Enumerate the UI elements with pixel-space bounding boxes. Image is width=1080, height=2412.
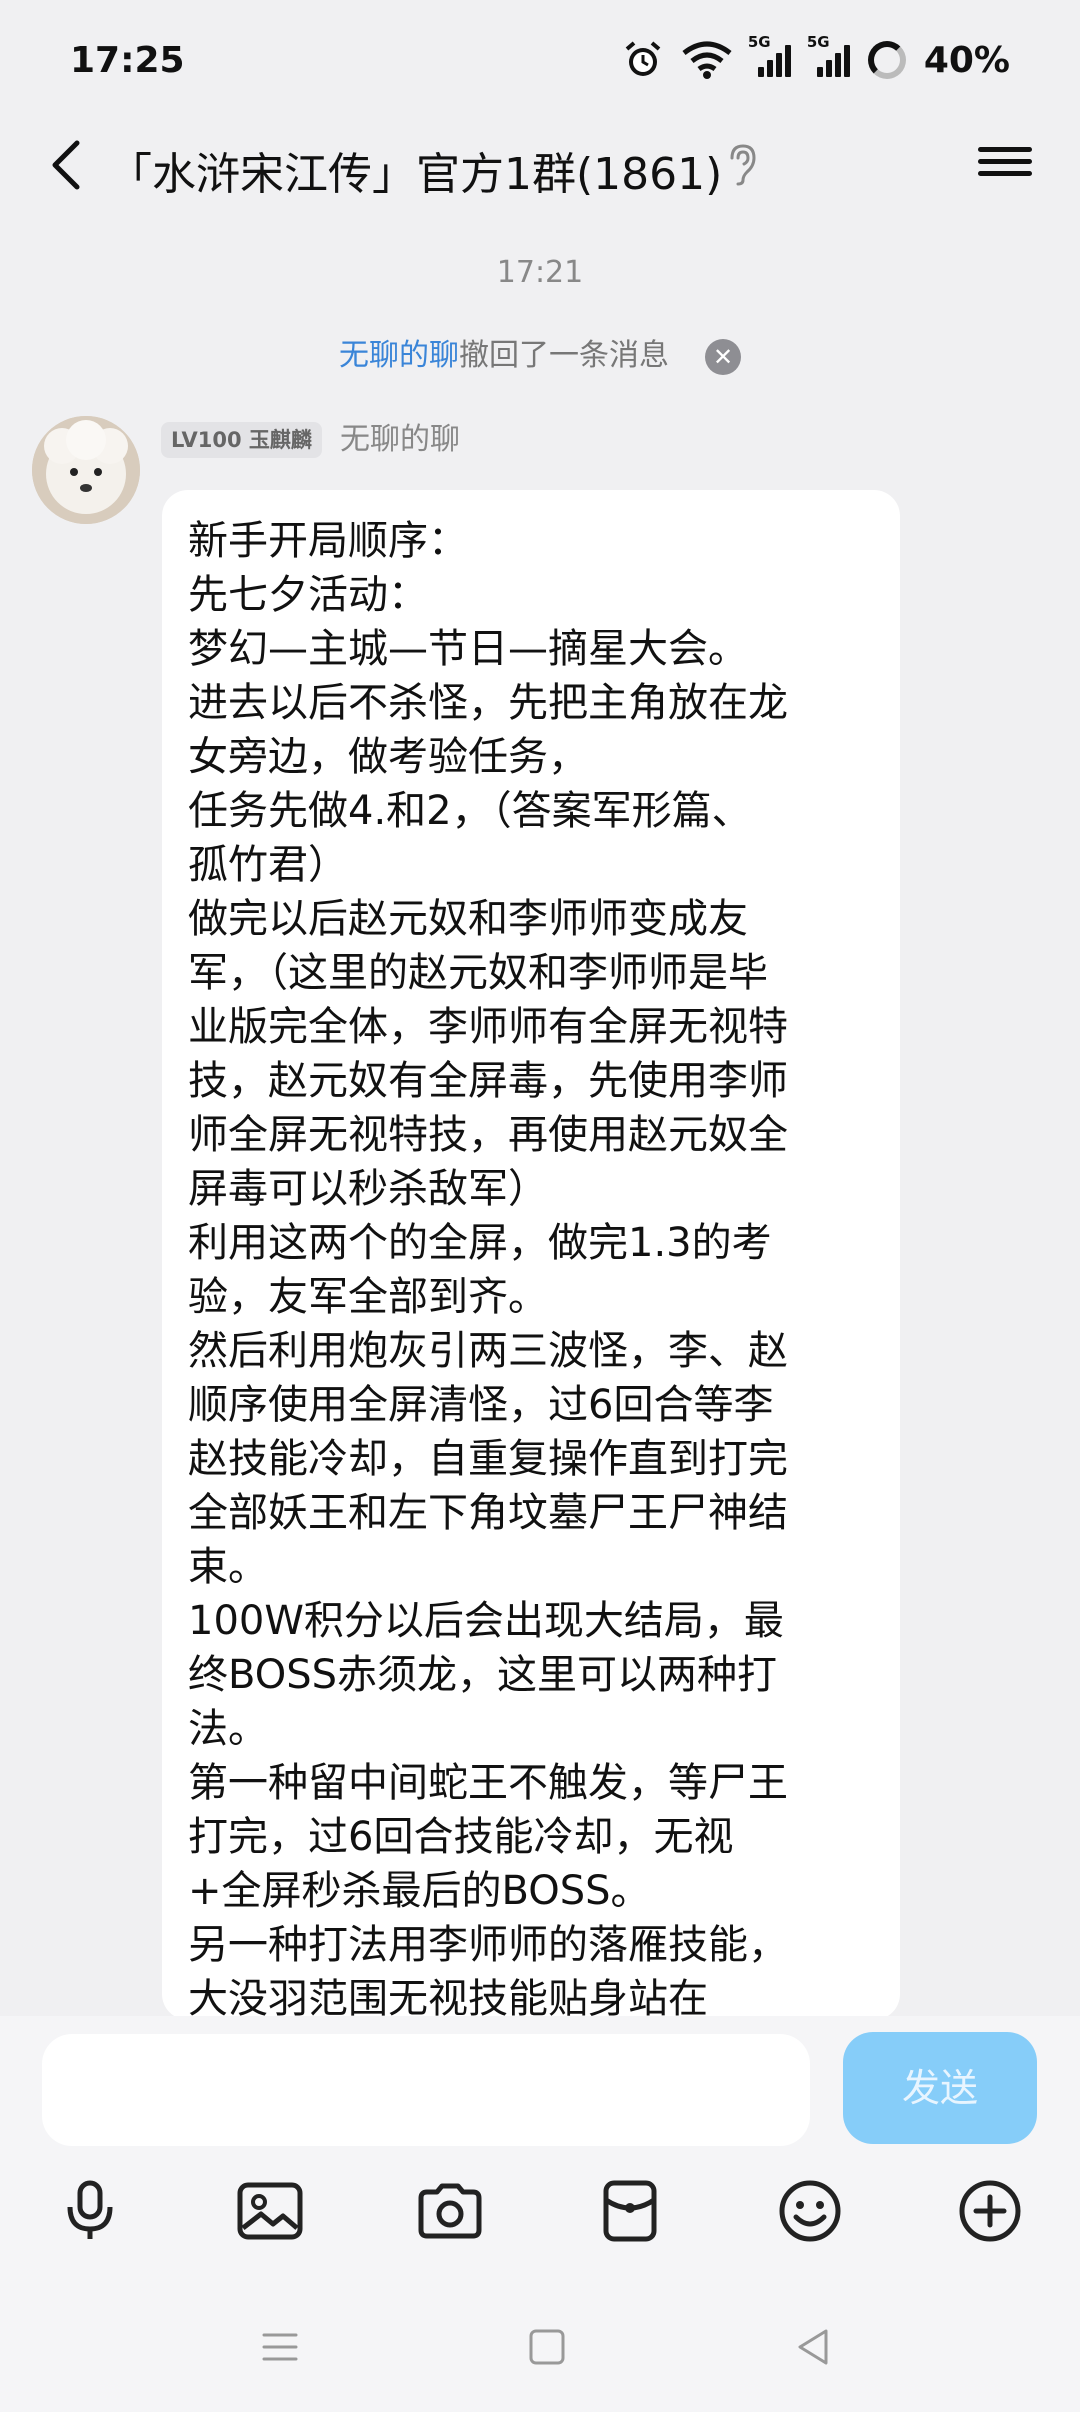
chat-title[interactable]: 「水浒宋江传」官方1群(1861) [108,138,722,202]
add-icon[interactable] [955,2176,1025,2246]
message-line: +全屏秒杀最后的BOSS。 [188,1868,651,1914]
battery-percent: 40% [923,39,1010,81]
status-bar: 17:25 5G 5G 40% [0,0,1080,120]
level-badge: LV100 玉麒麟 [161,422,322,458]
signal-icon: 5G [807,33,850,77]
message-line: 大没羽范围无视技能贴身站在 [188,1976,708,2020]
signal-icon: 5G [748,33,791,77]
menu-nav-icon[interactable] [258,2325,302,2369]
recall-sender-link[interactable]: 无聊的聊 [339,338,459,373]
home-nav-icon[interactable] [525,2325,569,2369]
message-line: 另一种打法用李师师的落雁技能， [188,1922,788,1968]
emoji-icon[interactable] [775,2176,845,2246]
message-line: 做完以后赵元奴和李师师变成友 [188,896,748,942]
message-bubble[interactable]: 新手开局顺序： 先七夕活动： 梦幻—主城—节日—摘星大会。 进去以后不杀怪，先把… [162,490,900,2020]
send-button[interactable]: 发送 [843,2032,1037,2144]
battery-icon [867,41,906,79]
message-line: 师全屏无视特技，再使用赵元奴全 [188,1112,788,1158]
message-line: 军，（这里的赵元奴和李师师是毕 [188,950,768,996]
status-icons: 5G 5G 40% [622,33,1010,81]
message-line: 梦幻—主城—节日—摘星大会。 [188,626,748,672]
message-line: 赵技能冷却，自重复操作直到打完 [188,1436,788,1482]
message-line: 任务先做4.和2，（答案军形篇、 [188,788,752,834]
message-line: 束。 [188,1544,268,1590]
message-line: 新手开局顺序： [188,518,468,564]
message-timestamp: 17:21 [496,255,584,290]
network-label: 5G [747,33,771,51]
red-packet-icon[interactable] [595,2176,665,2246]
message-line: 然后利用炮灰引两三波怪，李、赵 [188,1328,788,1374]
message-input[interactable] [42,2034,810,2146]
status-time: 17:25 [70,39,185,81]
camera-icon[interactable] [415,2176,485,2246]
sender-name[interactable]: 无聊的聊 [340,422,460,458]
menu-icon[interactable] [978,140,1032,190]
message-line: 验，友军全部到齐。 [188,1274,548,1320]
alarm-icon [625,41,661,76]
ear-icon[interactable] [722,142,762,186]
message-line: 打完，过6回合技能冷却，无视 [188,1814,734,1860]
back-nav-icon[interactable] [792,2325,836,2369]
chat-header: 「水浒宋江传」官方1群(1861) [0,120,1080,210]
avatar[interactable] [32,416,140,524]
message-line: 全部妖王和左下角坟墓尸王尸神结 [188,1490,788,1536]
message-line: 顺序使用全屏清怪，过6回合等李 [188,1382,774,1428]
chat-screen: 17:25 5G 5G 40% 「水浒宋江传」官方1群(1861) 17:21 … [0,0,1080,2412]
message-line: 利用这两个的全屏，做完1.3的考 [188,1220,772,1266]
message-line: 法。 [188,1706,268,1752]
message-line: 终BOSS赤须龙，这里可以两种打 [188,1652,778,1698]
message-line: 技，赵元奴有全屏毒，先使用李师 [188,1058,788,1104]
microphone-icon[interactable] [55,2176,125,2246]
recall-notice: 无聊的聊撤回了一条消息 ✕ [0,330,1080,375]
recall-text: 撤回了一条消息 [459,338,669,373]
message-line: 100W积分以后会出现大结局，最 [188,1598,784,1644]
message-line: 第一种留中间蛇王不触发，等尸王 [188,1760,788,1806]
message-line: 孤竹君） [188,842,348,888]
message-line: 女旁边，做考验任务， [188,734,588,780]
message-line: 屏毒可以秒杀敌军） [188,1166,548,1212]
wifi-icon [682,41,732,79]
network-label: 5G [806,33,830,51]
close-icon[interactable]: ✕ [705,338,741,375]
message-line: 进去以后不杀怪，先把主角放在龙 [188,680,788,726]
message-line: 先七夕活动： [188,572,428,618]
message-line: 业版完全体，李师师有全屏无视特 [188,1004,788,1050]
image-icon[interactable] [235,2176,305,2246]
back-icon[interactable] [45,140,87,190]
